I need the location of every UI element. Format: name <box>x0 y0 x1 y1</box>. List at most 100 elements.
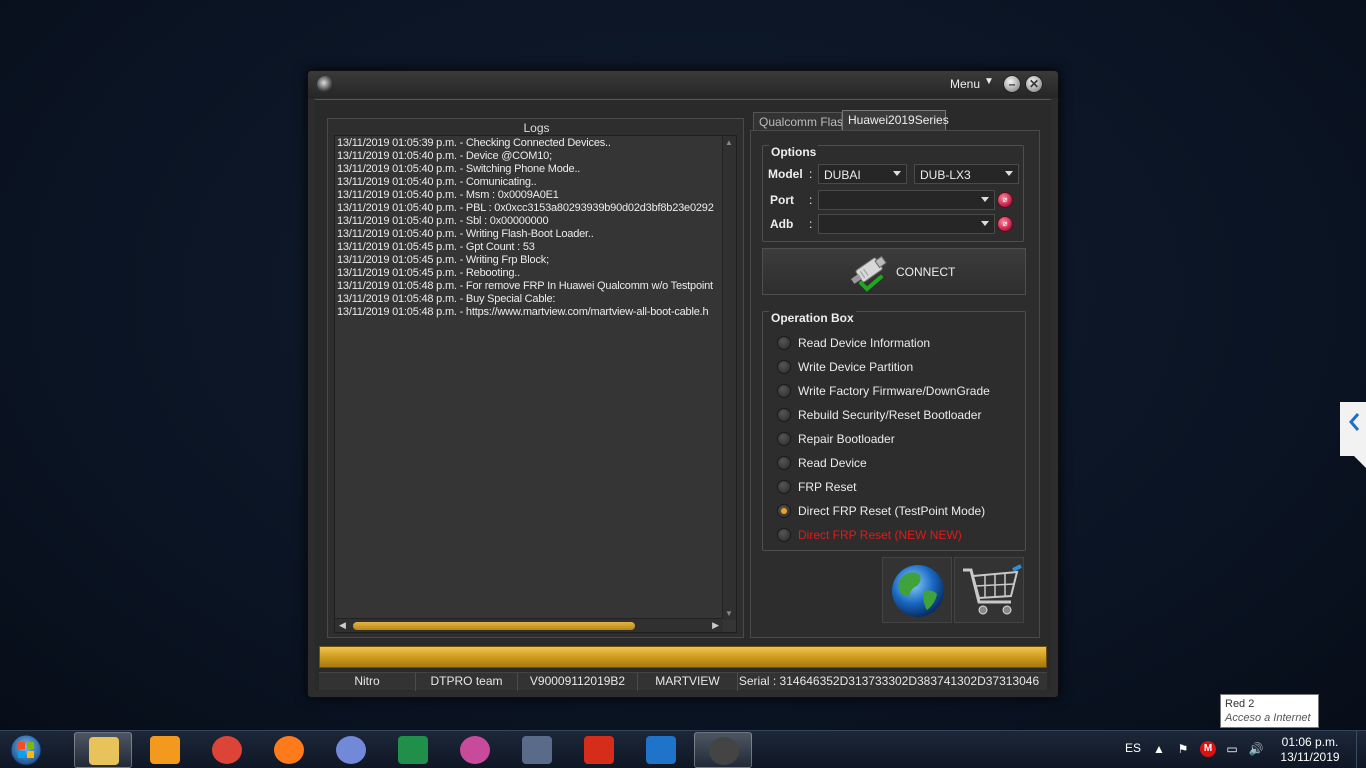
operation-option-label: Read Device <box>798 456 867 470</box>
system-clock[interactable]: 01:06 p.m. 13/11/2019 <box>1272 735 1348 765</box>
network-icon[interactable]: ▭ <box>1224 741 1240 757</box>
filezilla-icon <box>584 736 614 764</box>
excel-icon <box>398 736 428 764</box>
minimize-button[interactable]: – <box>1003 75 1021 93</box>
tab-huawei2019series[interactable]: Huawei2019Series <box>842 110 949 130</box>
chrome-icon <box>212 736 242 764</box>
options-group: Options Model : DUBAI DUB-LX3 Port : ⌀ A… <box>762 145 1024 242</box>
log-line: 13/11/2019 01:05:40 p.m. - PBL : 0x0xcc3… <box>337 202 714 214</box>
taskbar-app-button[interactable] <box>260 732 318 768</box>
options-title: Options <box>769 145 819 159</box>
action-center-flag-icon[interactable]: ⚑ <box>1175 741 1191 757</box>
radio-button[interactable] <box>777 384 791 398</box>
taskbar-app-button[interactable] <box>508 732 566 768</box>
operation-option-label: Write Factory Firmware/DownGrade <box>798 384 990 398</box>
chevron-left-icon <box>1340 402 1366 468</box>
radio-button[interactable] <box>777 432 791 446</box>
model-select[interactable]: DUBAI <box>818 164 907 184</box>
taskbar-app-button[interactable] <box>198 732 256 768</box>
menu-button[interactable]: Menu <box>950 77 980 91</box>
clock-date: 13/11/2019 <box>1280 750 1340 764</box>
taskbar-app-button[interactable] <box>446 732 504 768</box>
log-line: 13/11/2019 01:05:40 p.m. - Device @COM10… <box>337 150 552 162</box>
shop-button[interactable] <box>954 557 1024 623</box>
adb-label: Adb <box>770 217 794 231</box>
log-line: 13/11/2019 01:05:39 p.m. - Checking Conn… <box>337 137 611 149</box>
status-version: V90009112019B2 <box>518 673 638 691</box>
radio-button[interactable] <box>777 504 791 518</box>
taskbar-app-button[interactable] <box>322 732 380 768</box>
adb-refresh-usb-button[interactable]: ⌀ <box>997 216 1013 232</box>
file-explorer-icon <box>89 737 119 765</box>
adb-select[interactable] <box>818 214 995 234</box>
window-body: Logs 13/11/2019 01:05:39 p.m. - Checking… <box>315 99 1051 691</box>
taskbar-app-button[interactable] <box>384 732 442 768</box>
logs-title: Logs <box>523 121 550 135</box>
operation-option-label: Write Device Partition <box>798 360 914 374</box>
tab-qualcomm-flash[interactable]: Qualcomm Flash <box>753 112 850 130</box>
taskbar-app-button[interactable] <box>570 732 628 768</box>
website-button[interactable] <box>882 557 952 623</box>
taskbar-app-button[interactable] <box>136 732 194 768</box>
scroll-down-icon[interactable]: ▼ <box>725 609 733 618</box>
side-drawer-tab[interactable] <box>1340 402 1366 468</box>
radio-button[interactable] <box>777 456 791 470</box>
colon: : <box>809 217 813 231</box>
connect-button[interactable]: CONNECT <box>762 248 1026 295</box>
operation-option-label: Read Device Information <box>798 336 931 350</box>
vertical-scrollbar[interactable]: ▲ ▼ <box>722 136 736 620</box>
camera-app-icon <box>522 736 552 764</box>
port-select[interactable] <box>818 190 995 210</box>
browser-swirl-icon <box>460 736 490 764</box>
chevron-down-icon <box>981 197 989 202</box>
taskbar-app-button[interactable] <box>694 732 752 768</box>
scroll-up-icon[interactable]: ▲ <box>725 138 733 147</box>
status-serial: Serial : 314646352D313733302D383741302D3… <box>738 674 1040 688</box>
taskbar-app-button[interactable] <box>632 732 690 768</box>
operation-option-label: Rebuild Security/Reset Bootloader <box>798 408 982 422</box>
discord-icon <box>336 736 366 764</box>
radio-button[interactable] <box>777 408 791 422</box>
remote-desktop-icon <box>646 736 676 764</box>
horizontal-scrollbar[interactable]: ◀ ▶ <box>335 618 723 632</box>
radio-button[interactable] <box>777 360 791 374</box>
scroll-right-icon[interactable]: ▶ <box>712 620 719 631</box>
title-bar[interactable]: Menu ▼ – ✕ <box>308 71 1058 98</box>
close-button[interactable]: ✕ <box>1025 75 1043 93</box>
show-desktop-button[interactable] <box>1356 731 1366 768</box>
operation-option-label: Direct FRP Reset (NEW NEW) <box>798 528 962 542</box>
port-label: Port <box>770 193 794 207</box>
radio-button[interactable] <box>777 336 791 350</box>
scrollbar-thumb[interactable] <box>353 622 635 630</box>
logs-textbox[interactable]: 13/11/2019 01:05:39 p.m. - Checking Conn… <box>334 135 737 633</box>
connect-label: CONNECT <box>896 265 956 279</box>
colon: : <box>809 193 813 207</box>
tray-expand-icon[interactable]: ▲ <box>1151 741 1167 757</box>
radio-button[interactable] <box>777 528 791 542</box>
martview-window: Menu ▼ – ✕ Logs 13/11/2019 01:05:39 p.m.… <box>307 70 1059 698</box>
language-indicator[interactable]: ES <box>1125 741 1141 755</box>
log-line: 13/11/2019 01:05:40 p.m. - Switching Pho… <box>337 163 581 175</box>
variant-select[interactable]: DUB-LX3 <box>914 164 1019 184</box>
volume-icon[interactable]: 🔊 <box>1248 741 1264 757</box>
antivirus-icon[interactable]: M <box>1200 741 1216 757</box>
shopping-cart-icon <box>963 564 1022 615</box>
log-line: 13/11/2019 01:05:40 p.m. - Writing Flash… <box>337 228 594 240</box>
log-line: 13/11/2019 01:05:48 p.m. - https://www.m… <box>337 306 709 318</box>
caret-down-icon[interactable]: ▼ <box>984 76 994 87</box>
log-line: 13/11/2019 01:05:45 p.m. - Gpt Count : 5… <box>337 241 535 253</box>
scroll-left-icon[interactable]: ◀ <box>339 620 346 631</box>
colon: : <box>809 167 813 181</box>
tooltip-network-name: Red 2 <box>1225 698 1255 710</box>
log-line: 13/11/2019 01:05:48 p.m. - Buy Special C… <box>337 293 556 305</box>
port-refresh-usb-button[interactable]: ⌀ <box>997 192 1013 208</box>
taskbar-app-button[interactable] <box>74 732 132 768</box>
chevron-down-icon <box>981 221 989 226</box>
start-button[interactable] <box>6 733 46 767</box>
operation-option-label: Repair Bootloader <box>798 432 895 446</box>
status-team: DTPRO team <box>416 673 518 691</box>
status-brand: MARTVIEW <box>638 673 738 691</box>
radio-button[interactable] <box>777 480 791 494</box>
huawei-tab-panel: Options Model : DUBAI DUB-LX3 Port : ⌀ A… <box>750 130 1040 638</box>
variant-select-value: DUB-LX3 <box>920 168 971 182</box>
